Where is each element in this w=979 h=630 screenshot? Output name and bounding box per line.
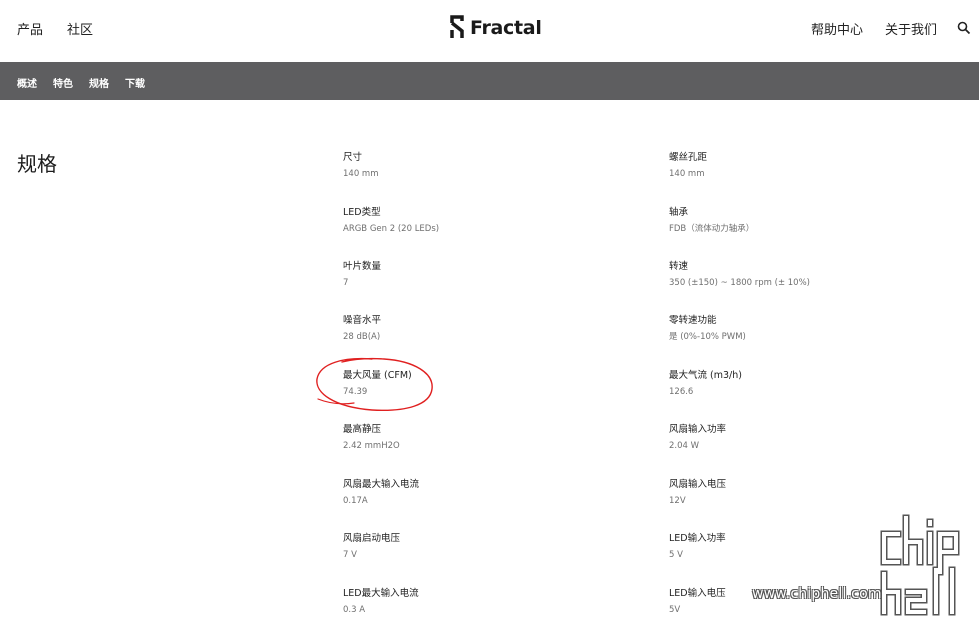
spec-item: 风扇最大输入电流 0.17A — [343, 479, 623, 507]
spec-item: 噪音水平 28 dB(A) — [343, 315, 623, 343]
nav-products[interactable]: 产品 — [17, 19, 43, 38]
spec-value: 0.17A — [343, 496, 368, 506]
spec-label: 最大风量 (CFM) — [343, 370, 412, 381]
spec-label: 风扇输入功率 — [669, 424, 727, 435]
spec-label: 转速 — [669, 261, 689, 272]
spec-value: 7 V — [343, 550, 357, 560]
spec-value: 350 (±150) ~ 1800 rpm (± 10%) — [669, 278, 810, 288]
spec-value: FDB（流体动力轴承） — [669, 224, 755, 234]
spec-item: 风扇输入电压 12V — [669, 479, 949, 507]
spec-item: LED输入电压 5V — [669, 588, 949, 616]
spec-item: 轴承 FDB（流体动力轴承） — [669, 207, 949, 235]
spec-value: 74.39 — [343, 387, 368, 397]
spec-label: 最高静压 — [343, 424, 382, 435]
spec-label: 螺丝孔距 — [669, 152, 708, 163]
spec-item: LED最大输入电流 0.3 A — [343, 588, 623, 616]
search-icon[interactable] — [957, 21, 971, 35]
spec-value: 126.6 — [669, 387, 694, 397]
subnav-specs[interactable]: 规格 — [89, 75, 109, 90]
spec-label: 最大气流 (m3/h) — [669, 370, 742, 381]
spec-label: 风扇输入电压 — [669, 479, 727, 490]
section-subnav: 概述 特色 规格 下载 — [0, 62, 979, 100]
spec-item: 零转速功能 是 (0%-10% PWM) — [669, 315, 949, 343]
subnav-overview[interactable]: 概述 — [17, 75, 37, 90]
spec-item: 螺丝孔距 140 mm — [669, 152, 949, 180]
nav-community[interactable]: 社区 — [67, 19, 93, 38]
top-navigation-bar: 产品 社区 Fractal 帮助中心 关于我们 — [0, 0, 979, 62]
spec-item: 尺寸 140 mm — [343, 152, 623, 180]
spec-label: 叶片数量 — [343, 261, 382, 272]
spec-value: 140 mm — [669, 169, 705, 179]
spec-value: 0.3 A — [343, 605, 366, 615]
spec-label: 尺寸 — [343, 152, 363, 163]
spec-value: 7 — [343, 278, 349, 288]
spec-label: 噪音水平 — [343, 315, 382, 326]
subnav-downloads[interactable]: 下载 — [125, 75, 145, 90]
spec-item: 风扇启动电压 7 V — [343, 533, 623, 561]
spec-label: 风扇最大输入电流 — [343, 479, 420, 490]
spec-value: ARGB Gen 2 (20 LEDs) — [343, 224, 440, 234]
spec-item: 风扇输入功率 2.04 W — [669, 424, 949, 452]
brand-name: Fractal — [470, 16, 542, 39]
nav-help-center[interactable]: 帮助中心 — [811, 19, 863, 38]
spec-label: 风扇启动电压 — [343, 533, 401, 544]
spec-label: LED输入功率 — [669, 533, 726, 544]
spec-label: 轴承 — [669, 207, 689, 218]
spec-item: 最大风量 (CFM) 74.39 — [343, 370, 623, 398]
spec-value: 2.04 W — [669, 441, 700, 451]
brand-logo[interactable]: Fractal — [449, 14, 542, 41]
spec-item: LED类型 ARGB Gen 2 (20 LEDs) — [343, 207, 623, 235]
spec-value: 5V — [669, 605, 681, 615]
spec-label: 零转速功能 — [669, 315, 717, 326]
spec-value: 2.42 mmH2O — [343, 441, 400, 451]
subnav-features[interactable]: 特色 — [53, 75, 73, 90]
spec-item: 转速 350 (±150) ~ 1800 rpm (± 10%) — [669, 261, 949, 289]
nav-about-us[interactable]: 关于我们 — [885, 19, 937, 38]
spec-item: 最高静压 2.42 mmH2O — [343, 424, 623, 452]
spec-item: 最大气流 (m3/h) 126.6 — [669, 370, 949, 398]
spec-value: 5 V — [669, 550, 683, 560]
spec-item: LED输入功率 5 V — [669, 533, 949, 561]
spec-item: 叶片数量 7 — [343, 261, 623, 289]
spec-value: 是 (0%-10% PWM) — [669, 332, 746, 342]
section-title: 规格 — [17, 152, 57, 176]
spec-value: 12V — [669, 496, 686, 506]
spec-label: LED类型 — [343, 207, 381, 218]
fractal-logo-icon — [450, 15, 464, 38]
spec-label: LED输入电压 — [669, 588, 726, 599]
spec-label: LED最大输入电流 — [343, 588, 419, 599]
spec-value: 28 dB(A) — [343, 332, 381, 342]
spec-value: 140 mm — [343, 169, 379, 179]
